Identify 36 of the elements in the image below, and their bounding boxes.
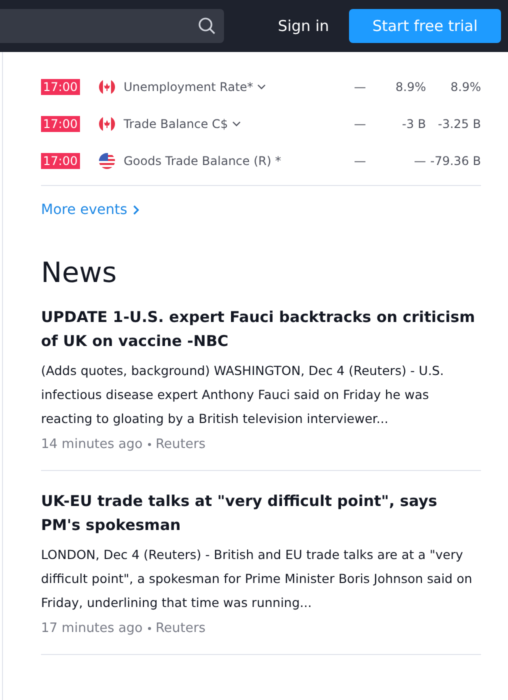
news-time: 14 minutes ago [41, 437, 143, 452]
event-name[interactable]: Goods Trade Balance (R) * [124, 154, 282, 168]
event-value: -79.36 B [429, 154, 481, 168]
separator-dot-icon [148, 627, 151, 630]
event-value: -3 B [400, 116, 426, 130]
event-value: 8.9% [450, 80, 481, 94]
event-name[interactable]: Unemployment Rate* [124, 80, 254, 94]
more-events-link[interactable]: More events [41, 202, 140, 218]
event-name[interactable]: Trade Balance C$ [124, 116, 228, 130]
news-source: Reuters [156, 437, 206, 452]
event-value: — [353, 116, 366, 130]
news-summary: (Adds quotes, background) WASHINGTON, Dec 4 (Reuters) - U.S. infectious disease expert Anthony Fauci said on Friday he was reacting to gloating by a British television interviewer... [41, 362, 445, 428]
news-source: Reuters [156, 621, 206, 636]
event-time: 17:00 [41, 116, 80, 132]
chevron-right-icon [133, 205, 140, 215]
search-field[interactable] [0, 9, 224, 43]
event-time: 17:00 [41, 152, 80, 168]
event-value: — [413, 154, 426, 168]
event-value: 8.9% [394, 80, 426, 94]
chevron-down-icon[interactable] [257, 84, 266, 90]
event-time: 17:00 [41, 78, 80, 94]
news-headline[interactable]: UPDATE 1-U.S. expert Fauci backtracks on criticism of UK on vaccine -NBC [41, 305, 481, 353]
flag-icon [98, 116, 115, 132]
news-summary: LONDON, Dec 4 (Reuters) - British and EU trade talks are at a "very difficult point", a spokesman for Prime Minister Boris Johnson said on Friday, underlining that time was running... [41, 546, 474, 612]
separator-dot-icon [148, 443, 151, 446]
event-value: -3.25 B [436, 116, 481, 130]
news-time: 17 minutes ago [41, 621, 143, 636]
sign-in-link[interactable]: Sign in [278, 17, 329, 35]
search-icon[interactable] [198, 17, 216, 35]
section-title: News [41, 256, 118, 289]
event-value: — [353, 154, 366, 168]
chevron-down-icon[interactable] [232, 120, 241, 126]
flag-icon [98, 152, 115, 168]
flag-icon [98, 78, 115, 94]
event-value: — [353, 80, 366, 94]
news-headline[interactable]: UK-EU trade talks at "very difficult point", says PM's spokesman [41, 489, 481, 537]
